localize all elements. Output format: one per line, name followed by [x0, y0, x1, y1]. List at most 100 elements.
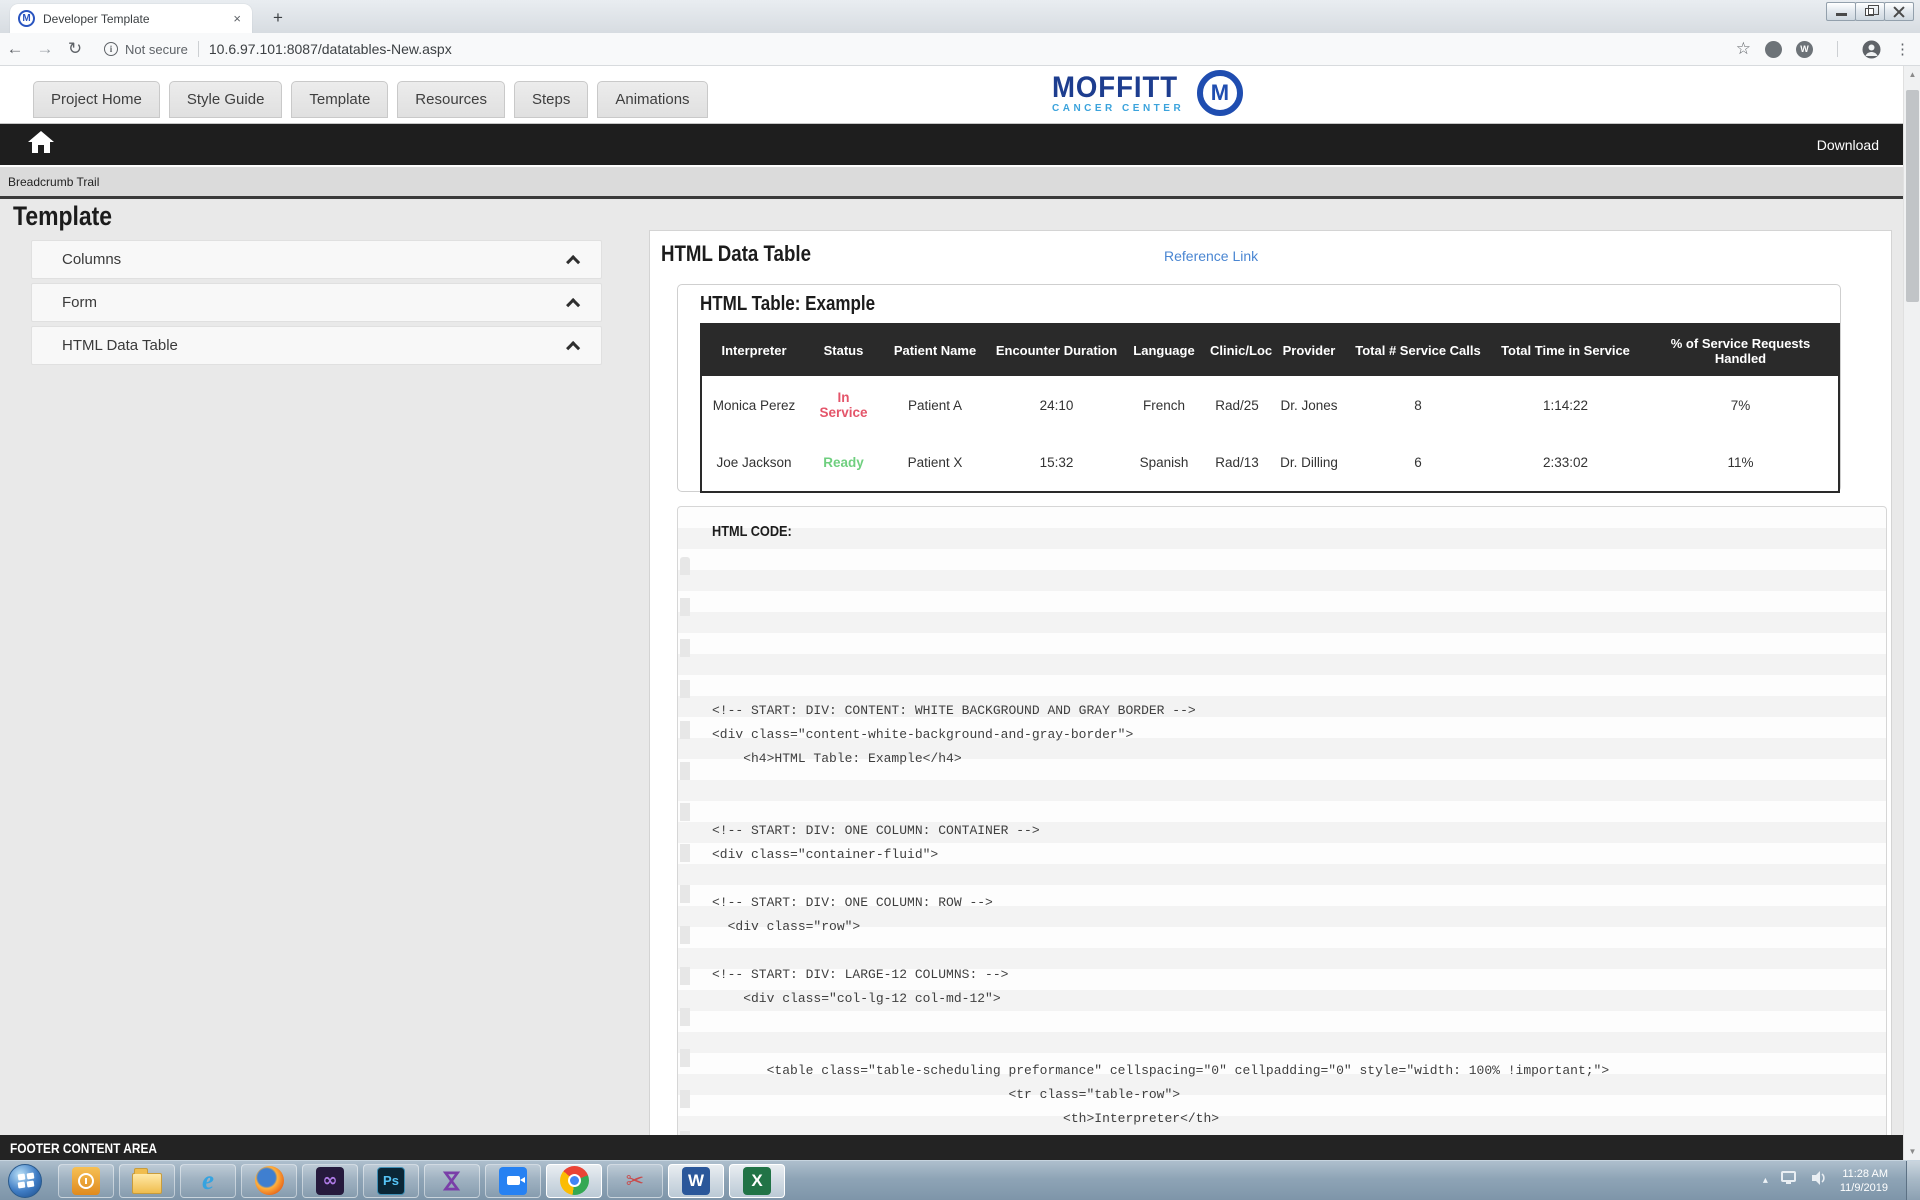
- cell-encounter-duration: 15:32: [989, 434, 1124, 492]
- video-camera-icon: [499, 1167, 527, 1195]
- visual-studio-icon: ⋈: [438, 1167, 466, 1195]
- code-line: [712, 795, 1876, 819]
- clock-date: 11/9/2019: [1840, 1181, 1888, 1195]
- taskbar-outlook-button[interactable]: [58, 1164, 114, 1198]
- start-button[interactable]: [8, 1164, 42, 1198]
- info-icon[interactable]: i: [104, 42, 118, 56]
- accordion-item-label: Columns: [62, 251, 121, 268]
- toolbar-divider: [1837, 41, 1838, 57]
- footer-label: FOOTER CONTENT AREA: [10, 1140, 157, 1156]
- nav-tab-label: Resources: [415, 91, 487, 108]
- code-line: <div class="col-lg-12 col-md-12">: [712, 987, 1876, 1011]
- toolbar-actions: ☆ W ⋮: [1736, 39, 1920, 59]
- tab-close-icon[interactable]: ×: [230, 11, 244, 26]
- taskbar-word-button[interactable]: W: [668, 1164, 724, 1198]
- accordion: Columns Form HTML Data Table: [31, 240, 602, 369]
- cell-encounter-duration: 24:10: [989, 376, 1124, 434]
- minimize-button[interactable]: [1826, 2, 1856, 21]
- table-row: Monica Perez In Service Patient A 24:10 …: [701, 376, 1839, 434]
- nav-tab-label: Project Home: [51, 91, 142, 108]
- chevron-up-icon[interactable]: [566, 298, 580, 312]
- nav-tab[interactable]: Resources: [397, 81, 505, 118]
- taskbar-explorer-button[interactable]: [119, 1164, 175, 1198]
- profile-avatar-icon[interactable]: [1862, 40, 1881, 59]
- nav-tab-label: Template: [309, 91, 370, 108]
- cell-pct-requests-handled: 7%: [1643, 376, 1839, 434]
- close-button[interactable]: [1884, 2, 1914, 21]
- code-line: [712, 627, 1876, 651]
- accordion-item[interactable]: Columns: [31, 240, 602, 279]
- column-header: Encounter Duration: [989, 324, 1124, 376]
- code-gutter: [680, 557, 690, 1135]
- browser-tab[interactable]: M Developer Template ×: [10, 4, 252, 33]
- scrollbar-thumb[interactable]: [1906, 90, 1919, 302]
- taskbar-visualstudio-dark-button[interactable]: ∞: [302, 1164, 358, 1198]
- back-icon[interactable]: ←: [0, 39, 30, 59]
- taskbar-excel-button[interactable]: X: [729, 1164, 785, 1198]
- new-tab-button[interactable]: +: [266, 7, 290, 29]
- taskbar-video-app-button[interactable]: [485, 1164, 541, 1198]
- cell-total-time-in-service: 2:33:02: [1488, 434, 1643, 492]
- nav-tab-label: Style Guide: [187, 91, 265, 108]
- scroll-down-icon[interactable]: ▼: [1904, 1143, 1920, 1160]
- code-box: HTML CODE: <!-- START: DIV: CONTENT: WHI…: [677, 506, 1887, 1135]
- home-icon[interactable]: [26, 129, 56, 160]
- word-icon: W: [682, 1167, 710, 1195]
- chevron-up-icon[interactable]: [566, 341, 580, 355]
- taskbar-firefox-button[interactable]: [241, 1164, 297, 1198]
- system-tray: ▴ 11:28 AM 11/9/2019: [1763, 1161, 1920, 1200]
- cell-patient-name: Patient A: [881, 376, 989, 434]
- address-bar[interactable]: 10.6.97.101:8087/datatables-New.aspx: [209, 41, 452, 57]
- extension-w-icon[interactable]: W: [1796, 41, 1813, 58]
- nav-tab[interactable]: Template: [291, 81, 388, 118]
- forward-icon[interactable]: →: [30, 39, 60, 59]
- column-header: Language: [1124, 324, 1204, 376]
- restore-button[interactable]: [1855, 2, 1885, 21]
- scrollbar[interactable]: ▲ ▼: [1903, 66, 1920, 1160]
- cell-provider: Dr. Jones: [1270, 376, 1348, 434]
- code-line: <!-- START: DIV: ONE COLUMN: ROW -->: [712, 891, 1876, 915]
- bookmark-star-icon[interactable]: ☆: [1736, 39, 1751, 59]
- folder-icon: [132, 1173, 162, 1194]
- code-line: [712, 579, 1876, 603]
- column-header: Provider: [1270, 324, 1348, 376]
- tray-clock[interactable]: 11:28 AM 11/9/2019: [1840, 1167, 1888, 1195]
- cell-clinic-loc: Rad/25: [1204, 376, 1270, 434]
- browser-menu-icon[interactable]: ⋮: [1895, 40, 1910, 58]
- outlook-icon: [72, 1167, 100, 1195]
- scissors-icon: ✂: [626, 1168, 644, 1194]
- code-lines: <!-- START: DIV: CONTENT: WHITE BACKGROU…: [712, 579, 1876, 1135]
- accordion-item[interactable]: Form: [31, 283, 602, 322]
- accordion-item[interactable]: HTML Data Table: [31, 326, 602, 365]
- taskbar-snipping-tool-button[interactable]: ✂: [607, 1164, 663, 1198]
- code-line: [712, 771, 1876, 795]
- site-info-chip[interactable]: i Not secure: [104, 42, 188, 57]
- taskbar-visualstudio-button[interactable]: ⋈: [424, 1164, 480, 1198]
- scroll-up-icon[interactable]: ▲: [1904, 66, 1920, 83]
- clock-time: 11:28 AM: [1840, 1167, 1888, 1181]
- tray-chevron-icon[interactable]: ▴: [1763, 1175, 1768, 1186]
- extension-icon[interactable]: [1765, 41, 1782, 58]
- code-line: [712, 651, 1876, 675]
- reference-link[interactable]: Reference Link: [1164, 248, 1258, 264]
- nav-tab[interactable]: Style Guide: [169, 81, 283, 118]
- browser-toolbar: ← → ↻ i Not secure 10.6.97.101:8087/data…: [0, 33, 1920, 66]
- nav-tab[interactable]: Animations: [597, 81, 707, 118]
- download-link[interactable]: Download: [1817, 137, 1879, 153]
- cell-patient-name: Patient X: [881, 434, 989, 492]
- code-line: [712, 603, 1876, 627]
- chevron-up-icon[interactable]: [566, 255, 580, 269]
- brand-monogram-icon: M: [1197, 70, 1243, 116]
- speaker-icon[interactable]: [1810, 1170, 1828, 1191]
- reload-icon[interactable]: ↻: [60, 39, 90, 59]
- taskbar-chrome-button[interactable]: [546, 1164, 602, 1198]
- nav-tab[interactable]: Steps: [514, 81, 588, 118]
- site-header: Project Home Style Guide Template Resources…: [0, 66, 1903, 124]
- code-line: <div class="content-white-background-and…: [712, 723, 1876, 747]
- network-icon[interactable]: [1780, 1170, 1798, 1191]
- nav-tab[interactable]: Project Home: [33, 81, 160, 118]
- cell-status: In Service: [806, 376, 881, 434]
- taskbar-photoshop-button[interactable]: Ps: [363, 1164, 419, 1198]
- show-desktop-button[interactable]: [1906, 1161, 1920, 1200]
- taskbar-ie-button[interactable]: e: [180, 1164, 236, 1198]
